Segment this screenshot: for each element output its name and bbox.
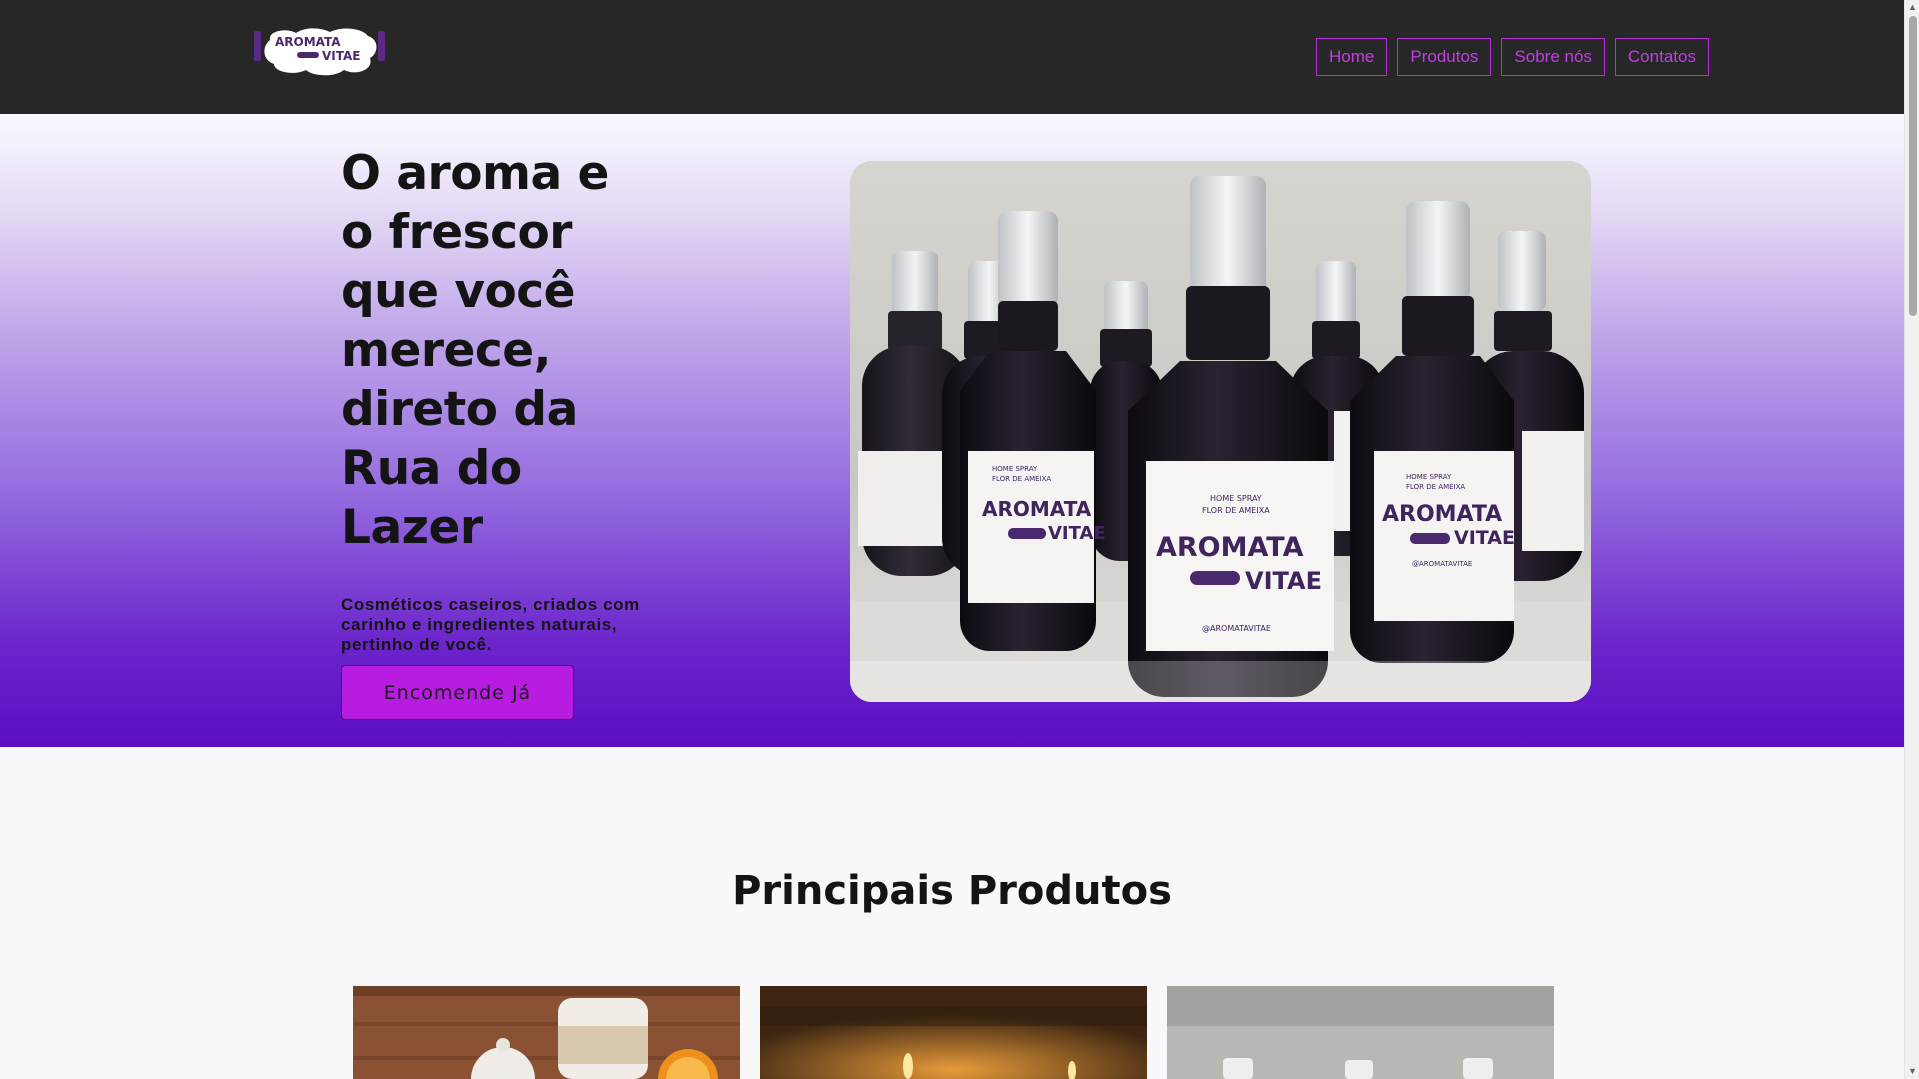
svg-text:AROMATA: AROMATA <box>982 497 1092 521</box>
svg-text:FLOR DE AMEIXA: FLOR DE AMEIXA <box>992 475 1051 483</box>
product-card-2[interactable] <box>760 986 1147 1079</box>
nav-contatos[interactable]: Contatos <box>1614 38 1709 76</box>
nav-sobre-nos[interactable]: Sobre nós <box>1501 38 1605 76</box>
page-scrollbar[interactable]: ▲ ▼ <box>1904 0 1919 1079</box>
svg-text:AROMATA: AROMATA <box>1382 502 1502 527</box>
svg-text:HOME SPRAY: HOME SPRAY <box>992 465 1038 473</box>
hero-product-photo: AROMATA VITAE HOME SPRAY FLOR DE AMEIXA … <box>850 161 1591 702</box>
scrollbar-thumb[interactable] <box>1909 16 1917 316</box>
svg-text:@AROMATAVITAE: @AROMATAVITAE <box>1202 624 1271 633</box>
svg-text:FLOR DE AMEIXA: FLOR DE AMEIXA <box>1202 506 1270 515</box>
nav-home[interactable]: Home <box>1316 38 1388 76</box>
svg-text:HOME SPRAY: HOME SPRAY <box>1210 494 1262 503</box>
svg-text:@AROMATAVITAE: @AROMATAVITAE <box>1412 560 1472 568</box>
products-section-title: Principais Produtos <box>732 868 1172 914</box>
order-now-button[interactable]: Encomende Já <box>341 665 574 720</box>
brand-logo[interactable]: AROMATA VITAE <box>252 26 388 78</box>
svg-text:AROMATA: AROMATA <box>1156 532 1304 563</box>
svg-text:AROMATA: AROMATA <box>275 35 341 49</box>
svg-text:HOME SPRAY: HOME SPRAY <box>1406 473 1452 481</box>
scroll-down-arrow-icon[interactable]: ▼ <box>1905 1064 1919 1079</box>
scroll-up-arrow-icon[interactable]: ▲ <box>1905 0 1919 15</box>
svg-text:VITAE: VITAE <box>1454 527 1515 549</box>
hero-subtitle: Cosméticos caseiros, criados com carinho… <box>341 595 640 654</box>
nav-produtos[interactable]: Produtos <box>1397 38 1492 76</box>
hero-title: O aroma e o frescor que você merece, dir… <box>341 146 609 555</box>
site-header: AROMATA VITAE Home Produtos Sobre nós Co… <box>0 0 1904 114</box>
svg-text:FLOR DE AMEIXA: FLOR DE AMEIXA <box>1406 483 1465 491</box>
main-nav: Home Produtos Sobre nós Contatos <box>1316 38 1709 76</box>
svg-text:VITAE: VITAE <box>322 49 361 63</box>
svg-text:VITAE: VITAE <box>1048 523 1106 544</box>
svg-text:VITAE: VITAE <box>1245 567 1322 595</box>
hero-section: O aroma e o frescor que você merece, dir… <box>0 114 1904 747</box>
product-card-3[interactable] <box>1167 986 1554 1079</box>
product-card-1[interactable] <box>353 986 740 1079</box>
